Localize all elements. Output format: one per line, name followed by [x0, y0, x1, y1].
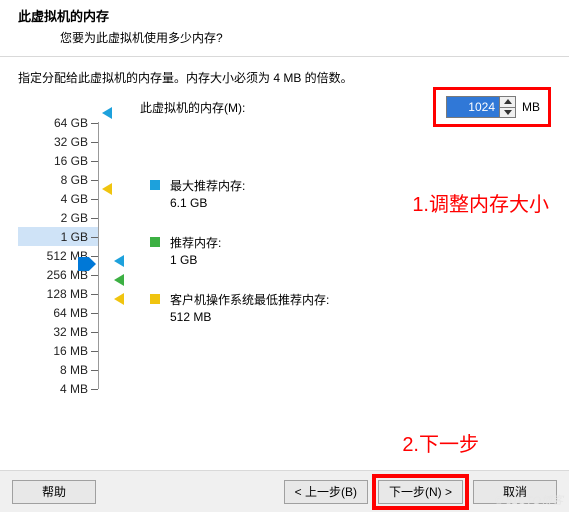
- ruler-tick-label: 4 MB: [42, 382, 88, 396]
- tick-icon: [91, 237, 98, 238]
- ruler-tick[interactable]: 32 GB: [18, 132, 98, 151]
- ruler-tick-label: 64 MB: [42, 306, 88, 320]
- tick-icon: [91, 275, 98, 276]
- memory-spinbox[interactable]: [446, 96, 516, 118]
- ruler-tick[interactable]: 128 MB: [18, 284, 98, 303]
- legend-min: 客户机操作系统最低推荐内存: 512 MB: [150, 291, 329, 324]
- rec-marker-icon: [112, 274, 124, 286]
- footer: 帮助 < 上一步(B) 下一步(N) > 取消: [0, 470, 569, 512]
- tick-icon: [91, 294, 98, 295]
- legend-rec: 推荐内存: 1 GB: [150, 234, 329, 267]
- ruler-tick-label: 2 GB: [42, 211, 88, 225]
- next-button[interactable]: 下一步(N) >: [378, 480, 463, 504]
- ruler-track: [98, 122, 99, 389]
- ruler-tick[interactable]: 64 GB: [18, 113, 98, 132]
- ruler-tick[interactable]: 4 GB: [18, 189, 98, 208]
- memory-input[interactable]: [447, 97, 499, 117]
- memory-input-highlight: MB: [433, 87, 551, 127]
- max-marker-icon: [100, 107, 112, 119]
- tick-icon: [91, 313, 98, 314]
- tick-icon: [91, 142, 98, 143]
- legend-max: 最大推荐内存: 6.1 GB: [150, 177, 329, 210]
- tick-icon: [91, 123, 98, 124]
- min-outer-marker-icon: [100, 183, 112, 195]
- legend-rec-label: 推荐内存:: [170, 234, 221, 251]
- legend-max-value: 6.1 GB: [170, 196, 245, 210]
- ruler-tick-label: 4 GB: [42, 192, 88, 206]
- page-title: 此虚拟机的内存: [18, 6, 551, 25]
- tick-icon: [91, 161, 98, 162]
- help-button[interactable]: 帮助: [12, 480, 96, 504]
- legend-max-label: 最大推荐内存:: [170, 177, 245, 194]
- ruler-tick-label: 64 GB: [42, 116, 88, 130]
- annotation-2: 2.下一步: [402, 428, 479, 457]
- spin-down-icon[interactable]: [500, 108, 515, 118]
- legend-rec-value: 1 GB: [170, 253, 221, 267]
- ruler-tick-label: 16 GB: [42, 154, 88, 168]
- square-green-icon: [150, 237, 160, 247]
- next-button-highlight: 下一步(N) >: [372, 474, 469, 510]
- spin-up-icon[interactable]: [500, 97, 515, 108]
- ruler-tick[interactable]: 16 GB: [18, 151, 98, 170]
- tick-icon: [91, 332, 98, 333]
- ruler-tick[interactable]: 32 MB: [18, 322, 98, 341]
- ruler-tick-label: 1 GB: [42, 230, 88, 244]
- tick-icon: [91, 389, 98, 390]
- min-marker-icon: [112, 293, 124, 305]
- ruler-tick[interactable]: 2 GB: [18, 208, 98, 227]
- ruler-tick[interactable]: 1 GB: [18, 227, 98, 246]
- annotation-1: 1.调整内存大小: [412, 188, 549, 217]
- page-subtitle: 您要为此虚拟机使用多少内存?: [18, 29, 551, 46]
- memory-unit: MB: [522, 100, 540, 114]
- memory-label: 此虚拟机的内存(M):: [140, 99, 245, 116]
- ruler-tick-label: 8 MB: [42, 363, 88, 377]
- square-yellow-icon: [150, 294, 160, 304]
- tick-icon: [91, 351, 98, 352]
- ruler-tick[interactable]: 4 MB: [18, 379, 98, 398]
- legend-min-value: 512 MB: [170, 310, 329, 324]
- max-inner-marker-icon: [112, 255, 124, 267]
- ruler-tick-label: 32 GB: [42, 135, 88, 149]
- ruler-tick[interactable]: 64 MB: [18, 303, 98, 322]
- ruler-tick-label: 16 MB: [42, 344, 88, 358]
- ruler-tick-label: 32 MB: [42, 325, 88, 339]
- ruler-tick[interactable]: 16 MB: [18, 341, 98, 360]
- tick-icon: [91, 180, 98, 181]
- legend: 最大推荐内存: 6.1 GB 推荐内存: 1 GB 客户机操作系统最低推荐内存:…: [150, 177, 329, 348]
- tick-icon: [91, 370, 98, 371]
- ruler-tick-label: 128 MB: [42, 287, 88, 301]
- tick-icon: [91, 218, 98, 219]
- tick-icon: [91, 199, 98, 200]
- ruler-tick[interactable]: 8 GB: [18, 170, 98, 189]
- legend-min-label: 客户机操作系统最低推荐内存:: [170, 291, 329, 308]
- square-blue-icon: [150, 180, 160, 190]
- tick-icon: [91, 256, 98, 257]
- cancel-button[interactable]: 取消: [473, 480, 557, 504]
- memory-ruler[interactable]: 64 GB32 GB16 GB8 GB4 GB2 GB1 GB512 MB256…: [18, 113, 98, 398]
- instruction-text: 指定分配给此虚拟机的内存量。内存大小必须为 4 MB 的倍数。: [18, 69, 551, 86]
- back-button[interactable]: < 上一步(B): [284, 480, 368, 504]
- ruler-tick-label: 8 GB: [42, 173, 88, 187]
- ruler-tick[interactable]: 8 MB: [18, 360, 98, 379]
